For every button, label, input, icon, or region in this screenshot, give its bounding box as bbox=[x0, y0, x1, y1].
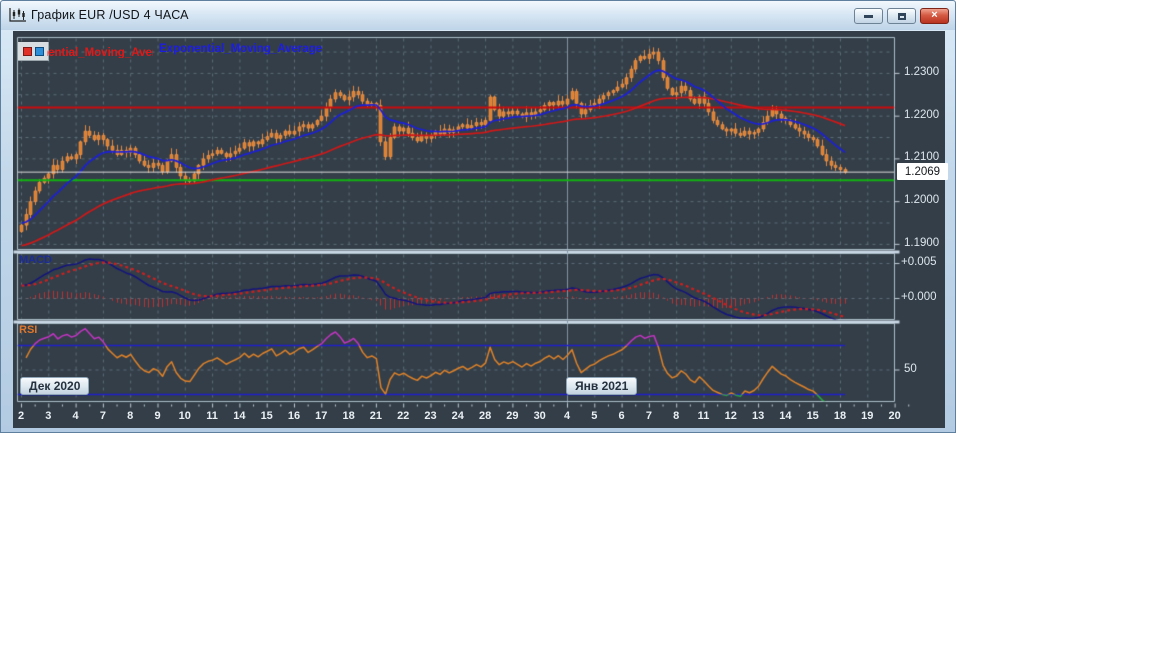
x-axis-label: 7 bbox=[645, 410, 652, 422]
desktop: График EUR /USD 4 ЧАСА × Exponential_Mov… bbox=[0, 0, 1152, 648]
x-axis-label: 6 bbox=[618, 410, 625, 422]
legend-ema-blue: Exponential_Moving_Average bbox=[159, 43, 323, 55]
x-axis-label: 10 bbox=[178, 410, 191, 422]
close-button[interactable]: × bbox=[920, 8, 949, 24]
x-axis-label: 15 bbox=[806, 410, 819, 422]
x-axis-label: 28 bbox=[478, 410, 492, 422]
close-icon: × bbox=[931, 9, 938, 21]
x-axis-label: 12 bbox=[724, 410, 737, 422]
ema-red-chip[interactable] bbox=[22, 46, 32, 56]
window-title: График EUR /USD 4 ЧАСА bbox=[31, 8, 189, 22]
current-price-box: 1.2069 bbox=[897, 163, 948, 181]
x-axis-label: 9 bbox=[154, 410, 161, 422]
x-axis-label: 24 bbox=[451, 410, 464, 422]
macd-label: MACD bbox=[19, 254, 52, 266]
x-axis-label: 8 bbox=[127, 410, 134, 422]
x-axis-label: 11 bbox=[697, 410, 710, 422]
macd-axis-label: +0.000 bbox=[901, 291, 937, 303]
x-axis-label: 2 bbox=[17, 410, 25, 422]
x-axis-label: 4 bbox=[563, 410, 571, 422]
x-axis-label: 16 bbox=[287, 410, 301, 422]
x-axis-label: 14 bbox=[233, 410, 246, 422]
x-axis-label: 21 bbox=[369, 410, 383, 422]
price-axis-label: 1.2300 bbox=[904, 65, 940, 78]
ema-blue-chip[interactable] bbox=[34, 46, 44, 56]
price-axis-label: 1.1900 bbox=[904, 236, 940, 249]
x-axis-label: 18 bbox=[342, 410, 355, 422]
x-axis-label: 8 bbox=[673, 410, 680, 422]
x-axis-label: 20 bbox=[888, 410, 901, 422]
x-axis-label: 5 bbox=[591, 410, 598, 422]
macd-axis-label: +0.005 bbox=[901, 256, 937, 268]
minimize-button[interactable] bbox=[854, 8, 883, 24]
x-axis-label: 23 bbox=[424, 410, 437, 422]
x-axis-label: 19 bbox=[861, 410, 874, 422]
month-badge: Янв 2021 bbox=[566, 377, 638, 395]
title-bar[interactable]: График EUR /USD 4 ЧАСА × bbox=[1, 1, 955, 30]
rsi-axis-label: 50 bbox=[904, 362, 917, 375]
price-axis-label: 1.2100 bbox=[904, 151, 940, 164]
maximize-icon bbox=[897, 12, 906, 20]
x-axis-label: 30 bbox=[533, 410, 546, 422]
chart-canvas[interactable] bbox=[13, 31, 945, 428]
x-axis-label: 22 bbox=[397, 410, 410, 422]
minimize-icon bbox=[864, 14, 873, 18]
chart-app-icon bbox=[8, 7, 28, 23]
chart-window: График EUR /USD 4 ЧАСА × Exponential_Mov… bbox=[0, 0, 956, 433]
x-axis-label: 3 bbox=[45, 410, 52, 422]
x-axis-label: 13 bbox=[751, 410, 765, 422]
indicator-chip-panel bbox=[18, 42, 49, 61]
x-axis-label: 17 bbox=[315, 410, 328, 422]
price-axis-label: 1.2200 bbox=[904, 108, 940, 121]
x-axis-label: 14 bbox=[779, 410, 792, 422]
x-axis-label: 15 bbox=[260, 410, 273, 422]
price-axis-label: 1.2000 bbox=[904, 194, 940, 207]
rsi-label: RSI bbox=[19, 324, 38, 336]
x-axis-label: 4 bbox=[72, 410, 79, 422]
chart-client-area: Exponential_Moving_Average Exponential_M… bbox=[13, 31, 948, 428]
x-axis-label: 18 bbox=[833, 410, 847, 422]
x-axis-label: 29 bbox=[506, 410, 519, 422]
x-axis-label: 7 bbox=[99, 410, 106, 422]
window-controls: × bbox=[854, 8, 949, 24]
month-badge: Дек 2020 bbox=[20, 377, 90, 395]
legend-ema-red: Exponential_Moving_Average bbox=[47, 47, 153, 58]
x-axis-label: 11 bbox=[206, 410, 218, 422]
maximize-button[interactable] bbox=[887, 8, 916, 24]
